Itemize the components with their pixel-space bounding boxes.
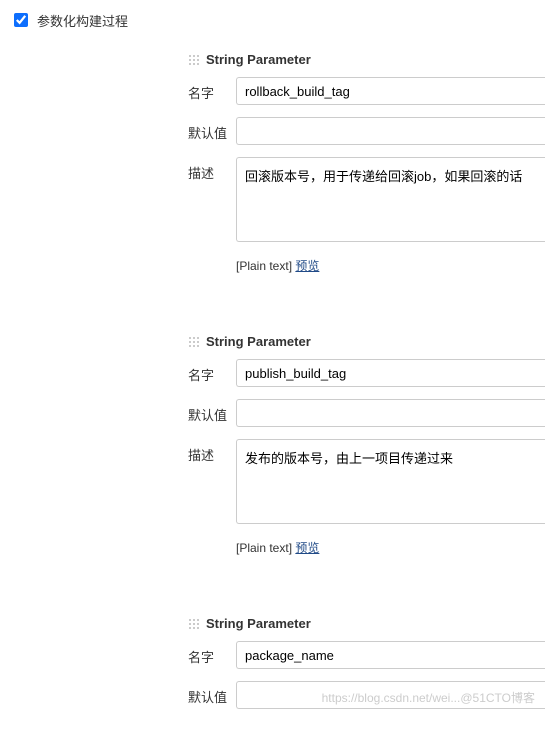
- parameterized-build-checkbox[interactable]: [14, 13, 28, 27]
- plain-text-label: [Plain text]: [236, 259, 292, 273]
- param-header: String Parameter: [188, 616, 545, 631]
- drag-handle-icon[interactable]: [188, 54, 200, 66]
- name-input[interactable]: [236, 359, 545, 387]
- parameterized-build-label: 参数化构建过程: [37, 11, 128, 30]
- description-footer: [Plain text] 预览: [188, 257, 545, 274]
- name-input[interactable]: [236, 641, 545, 669]
- description-label: 描述: [188, 439, 236, 464]
- default-label: 默认值: [188, 681, 236, 706]
- preview-link[interactable]: 预览: [295, 541, 319, 555]
- default-label: 默认值: [188, 117, 236, 142]
- default-input[interactable]: [236, 399, 545, 427]
- param-type-label: String Parameter: [206, 334, 311, 349]
- description-textarea[interactable]: [236, 157, 545, 242]
- plain-text-label: [Plain text]: [236, 541, 292, 555]
- param-type-label: String Parameter: [206, 52, 311, 67]
- name-label: 名字: [188, 641, 236, 666]
- param-block: String Parameter 名字 默认值 描述 [Plain text] …: [188, 334, 545, 556]
- drag-handle-icon[interactable]: [188, 618, 200, 630]
- name-input[interactable]: [236, 77, 545, 105]
- description-label: 描述: [188, 157, 236, 182]
- preview-link[interactable]: 预览: [295, 259, 319, 273]
- param-type-label: String Parameter: [206, 616, 311, 631]
- param-header: String Parameter: [188, 334, 545, 349]
- description-textarea[interactable]: [236, 439, 545, 524]
- default-input[interactable]: [236, 117, 545, 145]
- drag-handle-icon[interactable]: [188, 336, 200, 348]
- param-header: String Parameter: [188, 52, 545, 67]
- parameterized-build-row: 参数化构建过程: [10, 10, 545, 30]
- default-label: 默认值: [188, 399, 236, 424]
- description-footer: [Plain text] 预览: [188, 539, 545, 556]
- name-label: 名字: [188, 77, 236, 102]
- name-label: 名字: [188, 359, 236, 384]
- param-block: String Parameter 名字 默认值 描述 [Plain text] …: [188, 52, 545, 274]
